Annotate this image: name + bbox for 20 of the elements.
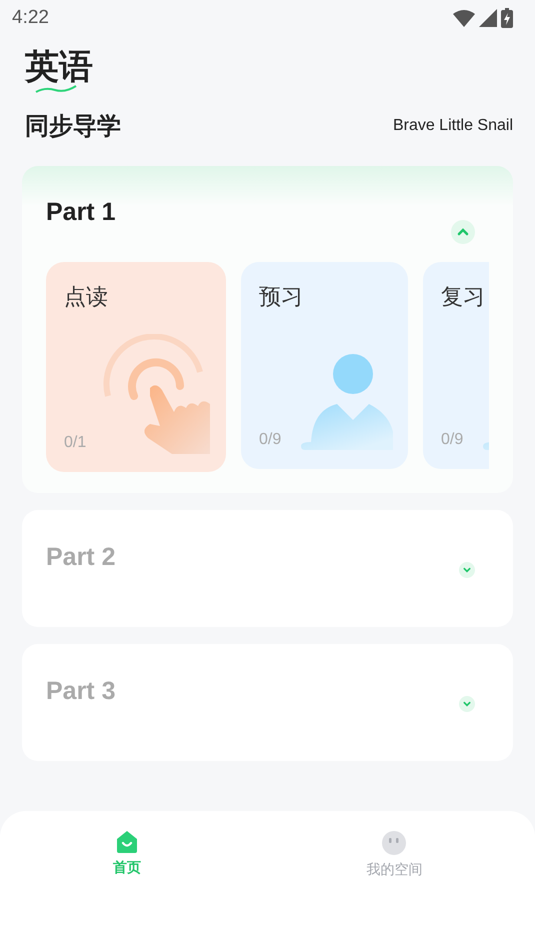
unit-title: Part 1 — [46, 198, 116, 226]
person-icon — [301, 354, 393, 450]
home-icon — [116, 831, 138, 853]
collapse-icon[interactable] — [451, 220, 475, 244]
activity-label: 点读 — [64, 284, 108, 312]
section-title: 同步导学 — [25, 111, 121, 142]
subject-title: 英语 — [25, 48, 93, 86]
face-icon — [382, 831, 406, 855]
activity-label: 复习 — [441, 284, 485, 312]
book-title: Brave Little Snail — [392, 117, 513, 135]
expand-icon[interactable] — [459, 562, 475, 578]
signal-icon — [479, 9, 497, 27]
activity-label: 预习 — [259, 284, 303, 312]
wifi-icon — [453, 10, 475, 26]
wave-underline-icon — [35, 84, 77, 94]
expand-icon[interactable] — [459, 696, 475, 712]
battery-icon — [501, 8, 513, 28]
status-time: 4:22 — [12, 7, 49, 29]
unit-title: Part 3 — [46, 676, 116, 706]
unit-title: Part 2 — [46, 542, 116, 572]
